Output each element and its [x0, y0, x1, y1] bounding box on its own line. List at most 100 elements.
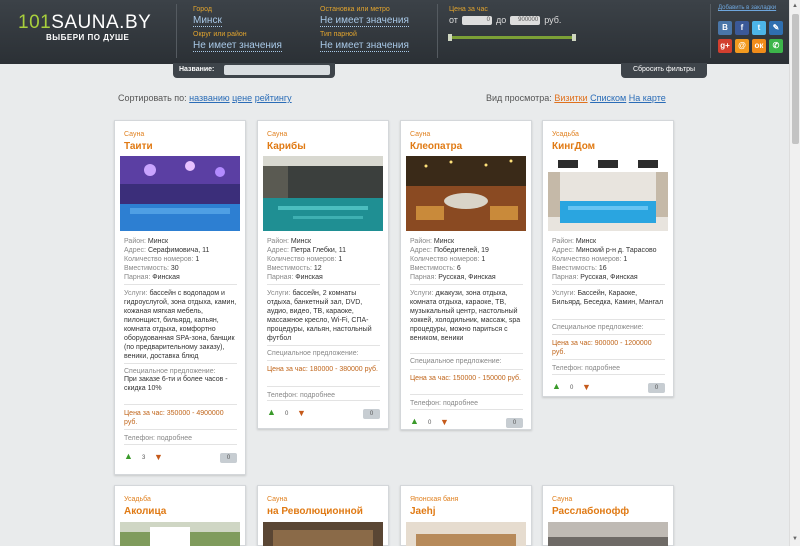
price-from-input[interactable]: 0 [461, 15, 492, 25]
scroll-down-icon[interactable]: ▼ [792, 536, 798, 542]
likes-count: 3 [142, 455, 146, 461]
add-bookmark-link[interactable]: Добавить в закладки [718, 5, 776, 11]
venue-name-link[interactable]: КингДом [552, 141, 595, 152]
services-label: Услуги: [552, 290, 576, 297]
price-slider-max-handle[interactable] [572, 34, 576, 41]
venue-photo[interactable] [548, 156, 668, 231]
scrollbar-thumb[interactable] [792, 14, 799, 144]
view-map-link[interactable]: На карте [629, 93, 666, 103]
venue-details: Район: Минск Адрес: Петра Глебки, 11 Кол… [267, 237, 380, 282]
venue-name-link[interactable]: на Революционной [267, 506, 363, 517]
name-search-input[interactable] [224, 65, 330, 75]
thumbs-down-icon[interactable]: ▼ [440, 417, 449, 427]
address-label: Адрес: [267, 247, 289, 254]
comments-count-button[interactable]: 0 [363, 409, 380, 419]
venue-photo[interactable] [120, 156, 240, 231]
divider [410, 353, 523, 354]
rooms-label: Количество номеров: [552, 256, 622, 263]
twitter-icon[interactable]: t [752, 21, 766, 35]
reset-filters-button[interactable]: Сбросить фильтры [621, 63, 707, 78]
likes-count: 0 [428, 420, 432, 426]
venue-card[interactable]: Сауна Таити Район: Минск Адрес: Серафимов… [114, 120, 246, 475]
divider [552, 374, 665, 375]
view-cards-link[interactable]: Визитки [554, 93, 587, 103]
venue-name-link[interactable]: Расслабонофф [552, 506, 629, 517]
venue-card[interactable]: Усадьба Аколица [114, 485, 246, 546]
price-slider-min-handle[interactable] [448, 34, 452, 41]
price-to-input[interactable]: 900000 [510, 15, 541, 25]
venue-card[interactable]: Сауна на Революционной [257, 485, 389, 546]
thumbs-down-icon[interactable]: ▼ [154, 452, 163, 462]
district-label: Район: [410, 238, 432, 245]
capacity-value: 12 [313, 265, 322, 272]
view-list-link[interactable]: Списком [590, 93, 626, 103]
thumbs-up-icon[interactable]: ▲ [267, 407, 276, 417]
venue-card[interactable]: Усадьба КингДом Район: Минск Адрес: Минск… [542, 120, 674, 397]
venue-name-link[interactable]: Карибы [267, 141, 306, 152]
comments-count-button[interactable]: 0 [220, 453, 237, 463]
price-filter-label: Цена за час [449, 6, 488, 13]
mail-icon[interactable]: @ [735, 39, 749, 53]
steam-label: Парная: [267, 274, 294, 281]
google-plus-icon[interactable]: g+ [718, 39, 732, 53]
price-unit: руб. [544, 15, 562, 25]
scroll-up-icon[interactable]: ▲ [792, 3, 798, 9]
thumbs-up-icon[interactable]: ▲ [410, 416, 419, 426]
comments-count-button[interactable]: 0 [506, 418, 523, 428]
phone-more-link[interactable]: подробнее [443, 400, 478, 407]
thumbs-up-icon[interactable]: ▲ [124, 451, 133, 461]
venue-card[interactable]: Сауна Расслабонофф [542, 485, 674, 546]
steam-label: Парная: [124, 274, 151, 281]
venue-card[interactable]: Японская баня Jaehj [400, 485, 532, 546]
phone-more-link[interactable]: подробнее [300, 392, 335, 399]
venue-photo[interactable] [406, 156, 526, 231]
phone-more-link[interactable]: подробнее [585, 365, 620, 372]
venue-details: Район: Минск Адрес: Минский р-н д. Тарас… [552, 237, 665, 282]
site-logo[interactable]: 101SAUNA.BY [18, 12, 151, 34]
odnoklassniki-icon[interactable]: ок [752, 39, 766, 53]
venue-card[interactable]: Сауна Клеопатра Район: Минск Адрес: Побед… [400, 120, 532, 430]
venue-photo[interactable] [263, 156, 383, 231]
price-slider[interactable] [448, 34, 576, 41]
city-filter-select[interactable]: Минск [193, 15, 222, 27]
sort-by-price-link[interactable]: цене [232, 93, 252, 103]
price-label: Цена за час: [124, 410, 165, 417]
venue-name-link[interactable]: Клеопатра [410, 141, 462, 152]
venue-photo[interactable] [548, 522, 668, 546]
venue-card[interactable]: Сауна Карибы Район: Минск Адрес: Петра Гл… [257, 120, 389, 429]
phone-label: Телефон: [267, 392, 298, 399]
sort-by-rating-link[interactable]: рейтингу [255, 93, 292, 103]
name-search-bar: Название: [173, 63, 335, 78]
city-filter-label: Город [193, 6, 212, 13]
sort-by-name-link[interactable]: названию [189, 93, 229, 103]
site-header: 101SAUNA.BY ВЫБЕРИ ПО ДУШЕ Город Минск О… [0, 0, 800, 64]
divider [710, 4, 711, 58]
rooms-label: Количество номеров: [410, 256, 480, 263]
thumbs-down-icon[interactable]: ▼ [582, 382, 591, 392]
divider [437, 4, 438, 58]
address-value: Петра Глебки, 11 [290, 247, 347, 254]
thumbs-down-icon[interactable]: ▼ [297, 408, 306, 418]
services-label: Услуги: [410, 290, 434, 297]
venue-photo[interactable] [120, 522, 240, 546]
livejournal-icon[interactable]: ✎ [769, 21, 783, 35]
divider [124, 404, 237, 405]
comments-count-button[interactable]: 0 [648, 383, 665, 393]
phone-info: Телефон: подробнее [124, 434, 237, 443]
stop-filter-select[interactable]: Не имеет значения [320, 15, 409, 27]
address-label: Адрес: [552, 247, 574, 254]
venue-name-link[interactable]: Jaehj [410, 506, 436, 517]
district-filter-select[interactable]: Не имеет значения [193, 40, 282, 52]
venue-name-link[interactable]: Аколица [124, 506, 166, 517]
capacity-label: Вместимость: [552, 265, 597, 272]
venue-name-link[interactable]: Таити [124, 141, 153, 152]
vkontakte-icon[interactable]: В [718, 21, 732, 35]
facebook-icon[interactable]: f [735, 21, 749, 35]
thumbs-up-icon[interactable]: ▲ [552, 381, 561, 391]
whatsapp-icon[interactable]: ✆ [769, 39, 783, 53]
page-scrollbar[interactable]: ▲ ▼ [789, 0, 800, 546]
venue-photo[interactable] [406, 522, 526, 546]
steam-filter-select[interactable]: Не имеет значения [320, 40, 409, 52]
phone-more-link[interactable]: подробнее [157, 435, 192, 442]
venue-photo[interactable] [263, 522, 383, 546]
